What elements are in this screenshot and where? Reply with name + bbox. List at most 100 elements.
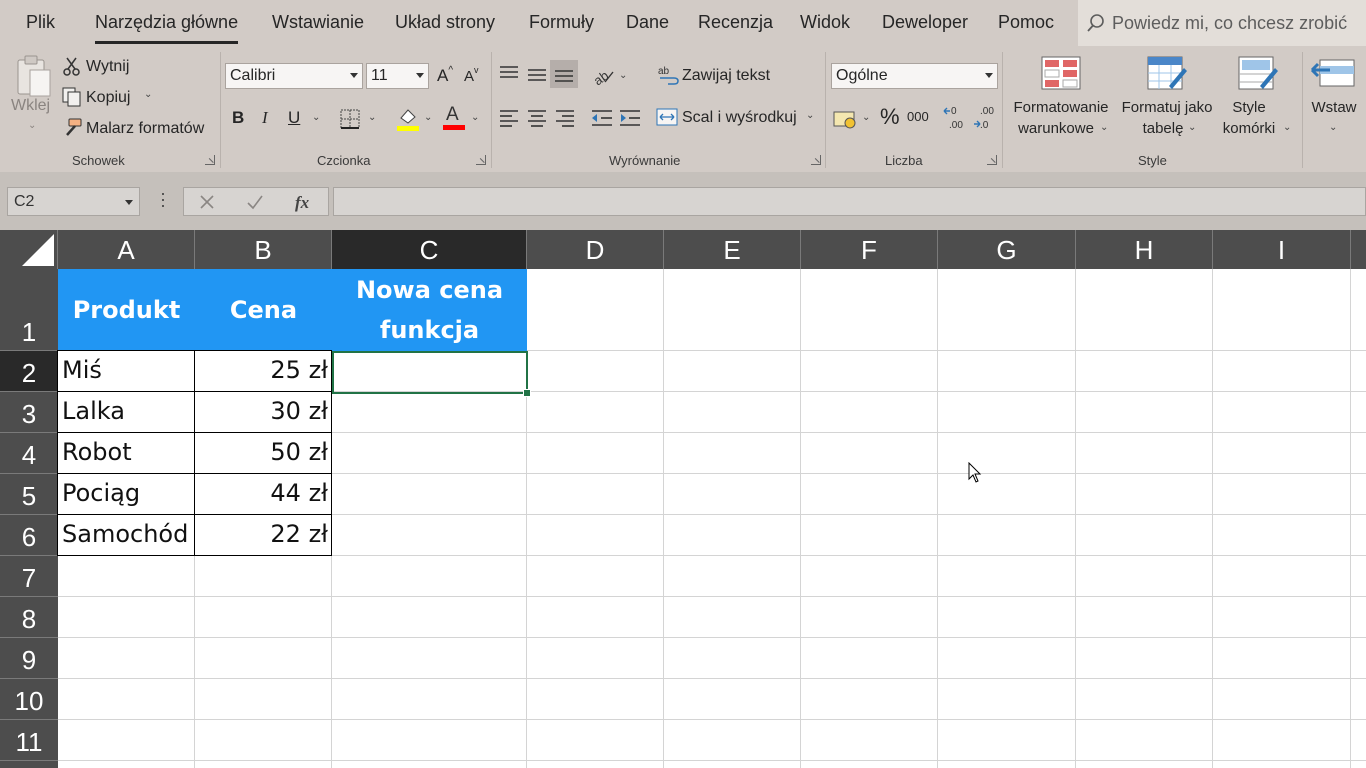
active-cell-selection[interactable] — [332, 351, 531, 397]
enter-icon[interactable] — [246, 194, 264, 210]
font-color-button[interactable]: A — [443, 104, 465, 132]
column-header-d[interactable]: D — [527, 230, 664, 269]
font-color-dropdown-icon[interactable]: ⌄ — [471, 112, 479, 123]
number-format-combo[interactable]: Ogólne — [831, 63, 998, 89]
decrease-font-button[interactable]: Av — [464, 65, 479, 85]
column-header-h[interactable]: H — [1076, 230, 1213, 269]
tab-view[interactable]: Widok — [800, 12, 850, 33]
underline-button[interactable]: U — [288, 108, 300, 128]
fill-color-icon[interactable] — [396, 106, 420, 132]
accounting-dropdown-icon[interactable]: ⌄ — [862, 112, 870, 123]
tab-file[interactable]: Plik — [26, 12, 55, 33]
orientation-icon[interactable]: ab — [591, 64, 615, 86]
row-header-4[interactable]: 4 — [0, 433, 58, 474]
bold-button[interactable]: B — [232, 108, 244, 128]
select-all-button[interactable] — [0, 230, 58, 269]
font-size-combo[interactable]: 11 — [366, 63, 429, 89]
more-options-icon[interactable]: · · · — [160, 184, 166, 214]
row-header-10[interactable]: 10 — [0, 679, 58, 720]
copy-dropdown-icon[interactable]: ⌄ — [144, 89, 152, 100]
cell-product[interactable]: Samochód — [62, 520, 194, 548]
font-launcher-icon[interactable] — [476, 155, 486, 165]
cut-button[interactable]: Wytnij — [63, 56, 143, 78]
row-header-9[interactable]: 9 — [0, 638, 58, 679]
align-center-icon[interactable] — [527, 109, 547, 127]
increase-decimal-icon[interactable]: 0 .00 — [943, 104, 969, 132]
wrap-text-button[interactable]: ab Zawijaj tekst — [658, 64, 778, 88]
align-middle-icon[interactable] — [527, 67, 547, 83]
cell-product[interactable]: Robot — [62, 438, 194, 466]
format-painter-button[interactable]: Malarz formatów — [61, 118, 213, 140]
header-cell-product[interactable]: Produkt — [58, 269, 195, 351]
row-header-1[interactable]: 1 — [0, 269, 58, 351]
align-bottom-button[interactable] — [550, 60, 578, 88]
conditional-formatting-button[interactable]: Formatowanie warunkowe ⌄ — [1008, 54, 1114, 144]
formula-input[interactable] — [333, 187, 1366, 216]
format-as-table-button[interactable]: Formatuj jako tabelę ⌄ — [1117, 54, 1217, 144]
cell-product[interactable]: Pociąg — [62, 479, 194, 507]
row-header-8[interactable]: 8 — [0, 597, 58, 638]
orientation-dropdown-icon[interactable]: ⌄ — [619, 70, 627, 81]
borders-dropdown-icon[interactable]: ⌄ — [368, 112, 376, 123]
thousands-button[interactable]: 000 — [907, 109, 929, 124]
tab-data[interactable]: Dane — [626, 12, 669, 33]
tab-review[interactable]: Recenzja — [698, 12, 773, 33]
row-header-7[interactable]: 7 — [0, 556, 58, 597]
cell-product[interactable]: Lalka — [62, 397, 194, 425]
merge-center-button[interactable]: Scal i wyśrodkuj ⌄ — [656, 106, 818, 130]
alignment-group-label: Wyrównanie — [609, 153, 681, 168]
cell-price[interactable]: 22 zł — [197, 520, 328, 548]
copy-button[interactable]: Kopiuj ⌄ — [62, 87, 162, 109]
fill-color-dropdown-icon[interactable]: ⌄ — [424, 112, 432, 123]
borders-icon[interactable] — [340, 109, 360, 129]
tell-me-box[interactable]: Powiedz mi, co chcesz zrobić — [1078, 0, 1366, 46]
header-cell-price[interactable]: Cena — [195, 269, 332, 351]
cell-price[interactable]: 50 zł — [197, 438, 328, 466]
decrease-indent-icon[interactable] — [591, 109, 613, 127]
cell-price[interactable]: 30 zł — [197, 397, 328, 425]
row-header-11[interactable]: 11 — [0, 720, 58, 761]
row-header-2[interactable]: 2 — [0, 351, 58, 392]
column-header-c[interactable]: C — [332, 230, 527, 269]
tab-insert[interactable]: Wstawianie — [272, 12, 364, 33]
name-box[interactable]: C2 — [7, 187, 140, 216]
header-cell-new-price[interactable]: Nowa cena funkcja — [332, 269, 527, 351]
number-launcher-icon[interactable] — [987, 155, 997, 165]
align-left-icon[interactable] — [499, 109, 519, 127]
tab-page-layout[interactable]: Układ strony — [395, 12, 495, 33]
tab-home[interactable]: Narzędzia główne — [95, 12, 239, 44]
insert-function-icon[interactable]: fx — [294, 192, 316, 212]
row-header-5[interactable]: 5 — [0, 474, 58, 515]
cell-product[interactable]: Miś — [62, 356, 194, 384]
increase-indent-icon[interactable] — [619, 109, 641, 127]
column-header-a[interactable]: A — [58, 230, 195, 269]
accounting-format-icon[interactable] — [833, 108, 859, 130]
decrease-decimal-icon[interactable]: .00 .0 — [972, 104, 998, 132]
column-header-b[interactable]: B — [195, 230, 332, 269]
row-header-6[interactable]: 6 — [0, 515, 58, 556]
paste-button[interactable]: Wklej ⌄ — [8, 54, 56, 140]
align-right-icon[interactable] — [555, 109, 575, 127]
underline-dropdown-icon[interactable]: ⌄ — [312, 112, 320, 123]
italic-button[interactable]: I — [262, 108, 268, 128]
worksheet-grid[interactable]: ABCDEFGHI 1 2 3 4 5 6 7 8 9 10 11 Produkt Cena Now… — [0, 230, 1366, 768]
clipboard-launcher-icon[interactable] — [205, 155, 215, 165]
cell-styles-button[interactable]: Style komórki ⌄ — [1218, 54, 1298, 144]
insert-cells-button[interactable]: Wstaw ⌄ — [1306, 54, 1366, 144]
column-header-g[interactable]: G — [938, 230, 1076, 269]
tab-formulas[interactable]: Formuły — [529, 12, 594, 33]
tab-help[interactable]: Pomoc — [998, 12, 1054, 33]
percent-button[interactable]: % — [880, 104, 900, 130]
font-name-combo[interactable]: Calibri — [225, 63, 363, 89]
align-top-icon[interactable] — [499, 65, 519, 81]
column-header-e[interactable]: E — [664, 230, 801, 269]
column-header-f[interactable]: F — [801, 230, 938, 269]
column-header-i[interactable]: I — [1213, 230, 1351, 269]
cell-price[interactable]: 25 zł — [197, 356, 328, 384]
cell-price[interactable]: 44 zł — [197, 479, 328, 507]
cancel-icon[interactable] — [199, 194, 215, 210]
row-header-3[interactable]: 3 — [0, 392, 58, 433]
alignment-launcher-icon[interactable] — [811, 155, 821, 165]
tab-developer[interactable]: Deweloper — [882, 12, 968, 33]
increase-font-button[interactable]: A^ — [437, 65, 453, 86]
